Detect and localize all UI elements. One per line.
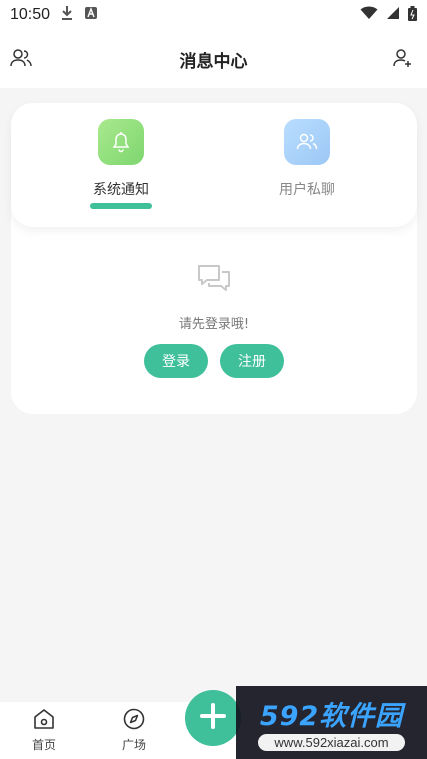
nav-home[interactable]: 首页 [14,708,74,753]
app-header: 消息中心 [0,30,427,88]
add-user-icon[interactable] [393,48,413,72]
download-icon [60,5,74,25]
status-time: 10:50 [10,6,51,23]
home-icon [32,708,56,734]
login-button[interactable]: 登录 [144,344,208,378]
bell-icon [98,119,144,165]
active-tab-indicator [90,203,152,209]
tab-system-notifications[interactable]: 系统通知 [61,119,181,209]
status-bar: 10:50 [0,0,427,30]
chat-bubbles-icon [196,263,232,299]
nav-square[interactable]: 广场 [104,708,164,753]
message-card: 系统通知 用户私聊 请先登录哦! 登录 注册 [11,103,417,414]
watermark-logo: 592软件园 www.592xiazai.com [236,686,427,759]
message-tabs: 系统通知 用户私聊 [11,103,417,227]
auth-buttons: 登录 注册 [144,344,284,378]
friends-icon[interactable] [10,48,32,72]
plus-icon [200,703,226,733]
create-post-button[interactable] [185,690,241,746]
app-notification-icon [84,6,98,24]
login-prompt: 请先登录哦! [178,317,250,332]
page-title: 消息中心 [179,51,248,72]
watermark-url: www.592xiazai.com [258,734,405,751]
cellular-icon [386,6,400,24]
tab-private-chat[interactable]: 用户私聊 [247,119,367,199]
nav-home-label: 首页 [31,738,56,752]
battery-icon [408,5,417,25]
users-icon [284,119,330,165]
wifi-icon [360,6,378,24]
compass-icon [123,708,145,734]
tab-system-label: 系统通知 [93,182,149,198]
register-button[interactable]: 注册 [220,344,284,378]
empty-state: 请先登录哦! 登录 注册 [11,263,417,378]
nav-square-label: 广场 [121,738,146,752]
watermark-main: 592软件园 [259,701,404,732]
tab-private-label: 用户私聊 [279,182,335,198]
